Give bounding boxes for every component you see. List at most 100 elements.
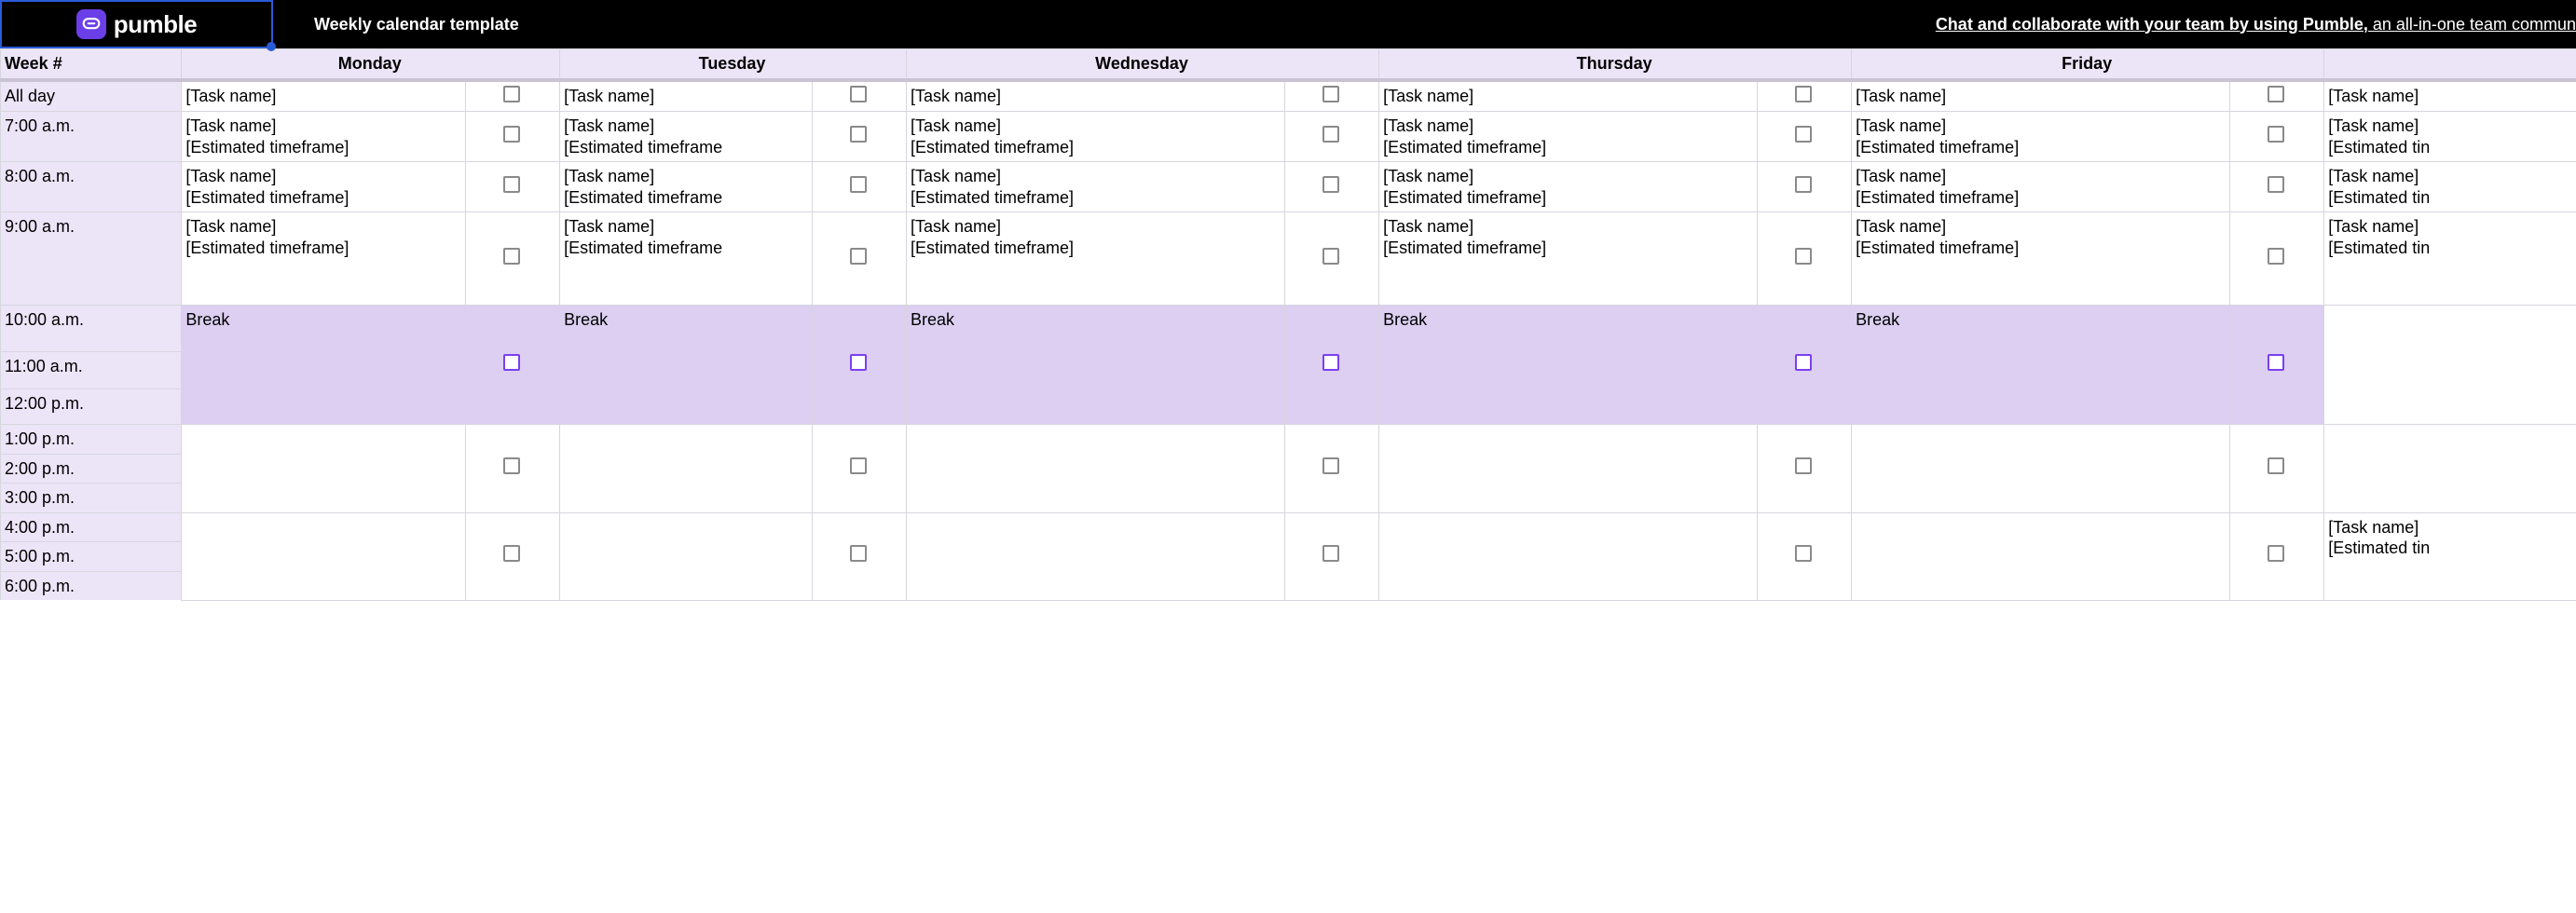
task-cell[interactable]: [Task name] [Estimated timeframe] <box>1379 112 1758 162</box>
checkbox-cell[interactable] <box>812 306 906 425</box>
break-cell[interactable]: Break <box>1379 306 1758 425</box>
task-cell[interactable] <box>2324 425 2576 513</box>
checkbox-cell[interactable] <box>465 112 559 162</box>
checkbox-icon[interactable] <box>1795 248 1812 265</box>
checkbox-cell[interactable] <box>1284 512 1378 600</box>
task-cell[interactable]: [Task name] [Estimated timeframe] <box>182 162 465 212</box>
task-cell[interactable]: [Task name] [Estimated timeframe] <box>1379 162 1758 212</box>
checkbox-cell[interactable] <box>812 112 906 162</box>
checkbox-cell[interactable] <box>1284 162 1378 212</box>
checkbox-icon[interactable] <box>2268 86 2284 102</box>
task-cell[interactable]: [Task name] <box>560 80 812 112</box>
checkbox-cell[interactable] <box>1757 162 1851 212</box>
task-cell[interactable]: [Task name] [Estimated timeframe] <box>182 112 465 162</box>
checkbox-icon[interactable] <box>1322 86 1339 102</box>
checkbox-cell[interactable] <box>1757 212 1851 306</box>
checkbox-cell[interactable] <box>1757 306 1851 425</box>
task-cell[interactable] <box>906 425 1284 513</box>
checkbox-cell[interactable] <box>1757 112 1851 162</box>
task-cell[interactable]: [Task name] <box>2324 80 2576 112</box>
logo-cell[interactable]: pumble <box>0 0 273 48</box>
checkbox-icon[interactable] <box>2268 126 2284 143</box>
break-cell[interactable]: Break <box>182 306 465 425</box>
checkbox-icon[interactable] <box>2268 176 2284 193</box>
checkbox-cell[interactable] <box>465 512 559 600</box>
checkbox-cell[interactable] <box>2229 80 2323 112</box>
task-cell[interactable] <box>1852 512 2230 600</box>
checkbox-cell[interactable] <box>465 80 559 112</box>
checkbox-cell[interactable] <box>812 212 906 306</box>
checkbox-icon[interactable] <box>1322 176 1339 193</box>
task-cell[interactable] <box>1379 512 1758 600</box>
checkbox-cell[interactable] <box>1284 112 1378 162</box>
checkbox-cell[interactable] <box>465 212 559 306</box>
task-cell[interactable]: [Task name] [Estimated timeframe <box>560 212 812 306</box>
checkbox-cell[interactable] <box>1757 80 1851 112</box>
task-cell[interactable]: [Task name] <box>182 80 465 112</box>
task-cell[interactable] <box>2324 306 2576 425</box>
task-cell[interactable]: [Task name] [Estimated timeframe] <box>1852 162 2230 212</box>
checkbox-icon[interactable] <box>503 86 520 102</box>
checkbox-icon[interactable] <box>2268 457 2284 474</box>
task-cell[interactable]: [Task name] [Estimated timeframe] <box>906 162 1284 212</box>
checkbox-cell[interactable] <box>1757 512 1851 600</box>
checkbox-cell[interactable] <box>1757 425 1851 513</box>
checkbox-icon[interactable] <box>503 354 520 371</box>
task-cell[interactable]: [Task name] [Estimated timeframe] <box>182 212 465 306</box>
checkbox-icon[interactable] <box>850 126 867 143</box>
checkbox-icon[interactable] <box>1795 354 1812 371</box>
task-cell[interactable] <box>182 512 465 600</box>
task-cell[interactable] <box>1379 425 1758 513</box>
checkbox-icon[interactable] <box>1795 545 1812 562</box>
task-cell[interactable] <box>560 425 812 513</box>
checkbox-icon[interactable] <box>1795 86 1812 102</box>
promo-link[interactable]: Chat and collaborate with your team by u… <box>1936 15 2576 34</box>
checkbox-cell[interactable] <box>812 80 906 112</box>
checkbox-icon[interactable] <box>850 176 867 193</box>
checkbox-cell[interactable] <box>812 425 906 513</box>
task-cell[interactable]: [Task name] [Estimated timeframe] <box>906 112 1284 162</box>
task-cell[interactable]: [Task name] [Estimated tin <box>2324 512 2576 600</box>
checkbox-cell[interactable] <box>465 425 559 513</box>
checkbox-cell[interactable] <box>812 512 906 600</box>
task-cell[interactable]: [Task name] [Estimated timeframe] <box>1379 212 1758 306</box>
checkbox-cell[interactable] <box>2229 162 2323 212</box>
checkbox-icon[interactable] <box>1322 545 1339 562</box>
checkbox-cell[interactable] <box>2229 425 2323 513</box>
checkbox-icon[interactable] <box>850 86 867 102</box>
checkbox-icon[interactable] <box>1322 248 1339 265</box>
checkbox-icon[interactable] <box>1322 457 1339 474</box>
task-cell[interactable]: [Task name] [Estimated timeframe] <box>1852 212 2230 306</box>
task-cell[interactable] <box>560 512 812 600</box>
checkbox-cell[interactable] <box>465 162 559 212</box>
checkbox-icon[interactable] <box>850 457 867 474</box>
task-cell[interactable]: [Task name] [Estimated timeframe] <box>1852 112 2230 162</box>
checkbox-icon[interactable] <box>850 248 867 265</box>
checkbox-icon[interactable] <box>1795 176 1812 193</box>
checkbox-cell[interactable] <box>1284 306 1378 425</box>
task-cell[interactable] <box>1852 425 2230 513</box>
checkbox-icon[interactable] <box>1795 126 1812 143</box>
task-cell[interactable]: [Task name] [Estimated tin <box>2324 112 2576 162</box>
checkbox-icon[interactable] <box>503 545 520 562</box>
checkbox-icon[interactable] <box>2268 354 2284 371</box>
task-cell[interactable]: [Task name] <box>906 80 1284 112</box>
task-cell[interactable]: [Task name] <box>1852 80 2230 112</box>
checkbox-cell[interactable] <box>1284 425 1378 513</box>
checkbox-icon[interactable] <box>503 248 520 265</box>
checkbox-icon[interactable] <box>850 354 867 371</box>
checkbox-icon[interactable] <box>503 176 520 193</box>
checkbox-icon[interactable] <box>1322 354 1339 371</box>
task-cell[interactable]: [Task name] <box>1379 80 1758 112</box>
checkbox-cell[interactable] <box>1284 212 1378 306</box>
checkbox-cell[interactable] <box>2229 112 2323 162</box>
checkbox-icon[interactable] <box>503 126 520 143</box>
break-cell[interactable]: Break <box>560 306 812 425</box>
checkbox-cell[interactable] <box>1284 80 1378 112</box>
task-cell[interactable] <box>182 425 465 513</box>
checkbox-icon[interactable] <box>503 457 520 474</box>
checkbox-icon[interactable] <box>850 545 867 562</box>
checkbox-cell[interactable] <box>465 306 559 425</box>
task-cell[interactable]: [Task name] [Estimated timeframe <box>560 112 812 162</box>
task-cell[interactable]: [Task name] [Estimated tin <box>2324 162 2576 212</box>
